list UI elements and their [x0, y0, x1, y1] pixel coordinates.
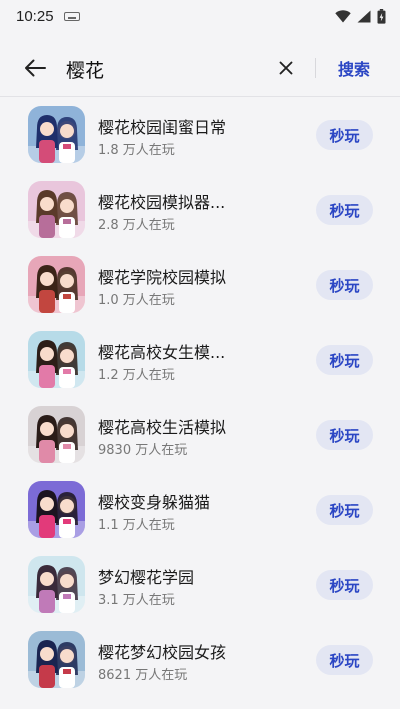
instant-play-button[interactable]: 秒玩	[316, 120, 373, 150]
app-icon[interactable]	[28, 556, 85, 613]
result-row[interactable]: 樱花梦幻校园女孩 8621 万人在玩 秒玩	[0, 622, 400, 697]
signal-icon	[357, 10, 371, 22]
app-player-count: 9830 万人在玩	[98, 443, 188, 458]
back-button[interactable]	[20, 54, 50, 82]
instant-play-button[interactable]: 秒玩	[316, 195, 373, 225]
app-title: 樱花高校生活模拟	[98, 418, 227, 437]
results-list: 樱花校园闺蜜日常 1.8 万人在玩 秒玩 樱花校园模拟器... 2.8 万人在玩…	[0, 97, 400, 697]
result-row[interactable]: 樱花高校女生模... 1.2 万人在玩 秒玩	[0, 322, 400, 397]
result-row[interactable]: 樱花校园闺蜜日常 1.8 万人在玩 秒玩	[0, 97, 400, 172]
app-title: 樱花梦幻校园女孩	[98, 643, 227, 662]
status-icons	[335, 8, 386, 24]
result-row[interactable]: 樱花学院校园模拟 1.0 万人在玩 秒玩	[0, 247, 400, 322]
search-button[interactable]: 搜索	[338, 56, 370, 80]
search-input[interactable]: 樱花	[66, 56, 104, 83]
result-row[interactable]: 梦幻樱花学园 3.1 万人在玩 秒玩	[0, 547, 400, 622]
app-player-count: 3.1 万人在玩	[98, 593, 175, 608]
app-icon[interactable]	[28, 406, 85, 463]
app-icon[interactable]	[28, 631, 85, 688]
instant-play-button[interactable]: 秒玩	[316, 645, 373, 675]
result-row[interactable]: 樱花校园模拟器... 2.8 万人在玩 秒玩	[0, 172, 400, 247]
clear-button[interactable]	[272, 54, 300, 82]
wifi-icon	[335, 9, 351, 22]
instant-play-button[interactable]: 秒玩	[316, 570, 373, 600]
app-title: 樱校变身躲猫猫	[98, 493, 211, 512]
app-player-count: 1.0 万人在玩	[98, 293, 175, 308]
search-bar: 樱花 搜索	[0, 40, 400, 96]
app-title: 梦幻樱花学园	[98, 568, 195, 587]
app-icon[interactable]	[28, 481, 85, 538]
back-arrow-icon	[25, 59, 46, 77]
instant-play-button[interactable]: 秒玩	[316, 270, 373, 300]
app-player-count: 2.8 万人在玩	[98, 218, 175, 233]
app-player-count: 1.1 万人在玩	[98, 518, 175, 533]
app-icon[interactable]	[28, 256, 85, 313]
app-icon[interactable]	[28, 181, 85, 238]
app-title: 樱花学院校园模拟	[98, 268, 227, 287]
instant-play-button[interactable]: 秒玩	[316, 345, 373, 375]
app-icon[interactable]	[28, 106, 85, 163]
close-icon	[279, 61, 293, 75]
app-title: 樱花高校女生模...	[98, 343, 226, 362]
app-title: 樱花校园模拟器...	[98, 193, 226, 212]
result-row[interactable]: 樱校变身躲猫猫 1.1 万人在玩 秒玩	[0, 472, 400, 547]
search-divider	[315, 58, 316, 78]
result-row[interactable]: 樱花高校生活模拟 9830 万人在玩 秒玩	[0, 397, 400, 472]
app-player-count: 1.8 万人在玩	[98, 143, 175, 158]
app-player-count: 8621 万人在玩	[98, 668, 188, 683]
app-icon[interactable]	[28, 331, 85, 388]
instant-play-button[interactable]: 秒玩	[316, 495, 373, 525]
app-player-count: 1.2 万人在玩	[98, 368, 175, 383]
battery-charging-icon	[377, 8, 386, 24]
status-time: 10:25	[16, 7, 54, 25]
keyboard-icon	[63, 11, 80, 21]
app-title: 樱花校园闺蜜日常	[98, 118, 227, 137]
status-bar: 10:25	[0, 0, 400, 32]
instant-play-button[interactable]: 秒玩	[316, 420, 373, 450]
